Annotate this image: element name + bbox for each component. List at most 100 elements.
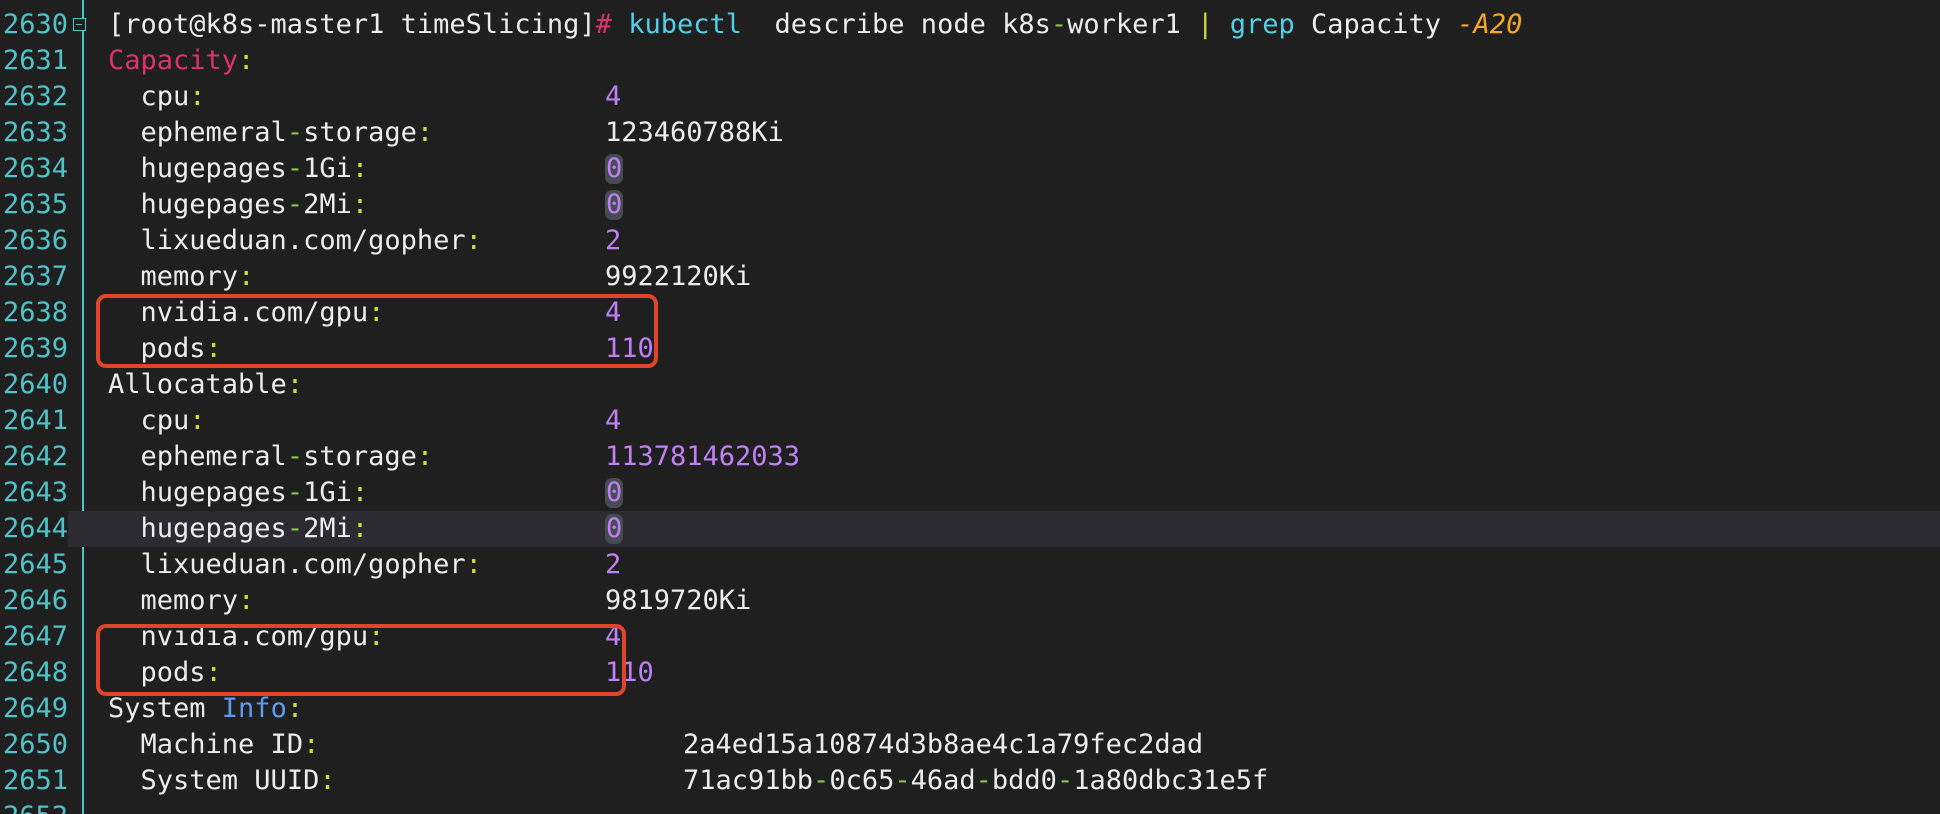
value-segment: 1a80dbc31e5f [1073, 765, 1269, 796]
value-text: 2 [605, 225, 622, 256]
key-colon: : [319, 765, 336, 796]
system-info-keyword: Info [221, 693, 287, 724]
value-text: 4 [605, 81, 622, 112]
prompt-hash: # [595, 9, 612, 40]
line-number: 2640 [2, 369, 68, 400]
key-part: hugepages [140, 513, 287, 544]
line-content: ephemeral-storage: 113781462033 [108, 439, 801, 475]
terminal-editor: 2630 [root@k8s-master1 timeSlicing]# kube… [0, 0, 1940, 814]
fold-collapse-icon [73, 18, 86, 31]
terminal-line: 2650 Machine ID: 2a4ed15a10874d3b8ae4c1a7… [0, 727, 1940, 763]
key-colon: : [351, 153, 369, 184]
value: 4 [605, 403, 621, 439]
value: 9819720Ki [605, 583, 751, 619]
key-dash: - [286, 153, 304, 184]
key-colon: : [465, 549, 482, 580]
terminal-line: 2644 hugepages-2Mi: 0 [0, 511, 1940, 547]
value-segment: - [1056, 765, 1074, 796]
line-number: 2644 [0, 511, 68, 547]
key-part: 2Mi [303, 189, 352, 220]
key-part: hugepages [140, 153, 287, 184]
key-colon: : [238, 261, 255, 292]
key-colon: : [351, 477, 369, 508]
line-number: 2637 [2, 261, 68, 292]
value-segment: - [894, 765, 911, 796]
line-number: 2638 [2, 297, 68, 328]
key-colon: : [189, 81, 206, 112]
value-text: 0 [605, 153, 624, 184]
value: 2a4ed15a10874d3b8ae4c1a79fec2dad [683, 727, 1203, 763]
line-number: 2633 [2, 117, 68, 148]
value: 2 [605, 547, 621, 583]
key-part: System UUID [140, 765, 320, 796]
line-number: 2635 [2, 189, 68, 220]
grep-argument: Capacity [1294, 9, 1458, 40]
value-text: 9922120Ki [605, 261, 752, 292]
terminal-line: 2642 ephemeral-storage: 113781462033 [0, 439, 1940, 475]
line-number: 2649 [2, 693, 68, 724]
value-text: 123460788Ki [605, 117, 784, 148]
value: 0 [605, 187, 624, 223]
key-dash: - [286, 477, 304, 508]
key-dash: - [286, 117, 304, 148]
value-text: 113781462033 [605, 441, 801, 472]
terminal-line: 2635 hugepages-2Mi: 0 [0, 187, 1940, 223]
terminal-line: 2631 Capacity: [0, 43, 1940, 79]
value: 0 [605, 475, 624, 511]
terminal-line: 2630 [root@k8s-master1 timeSlicing]# kube… [0, 7, 1940, 43]
value-segment: 0c65 [829, 765, 895, 796]
prompt-user-host: [root@k8s-master1 timeSlicing] [108, 9, 596, 40]
header-colon: : [286, 369, 304, 400]
terminal-line: 2640 Allocatable: [0, 367, 1940, 403]
terminal-line: 2632 cpu: 4 [0, 79, 1940, 115]
value-segment: 71ac91bb [683, 765, 814, 796]
line-number: 2650 [2, 729, 68, 760]
highlight-box-capacity-gpu-pods [96, 294, 658, 368]
line-content: memory: 9922120Ki [108, 259, 752, 295]
terminal-line: 2645 lixueduan.com/gopher: 2 [0, 547, 1940, 583]
line-content: hugepages-1Gi: 0 [108, 475, 624, 511]
key-colon: : [303, 729, 320, 760]
line-content: Machine ID: 2a4ed15a10874d3b8ae4c1a79fec2… [108, 727, 1204, 763]
value-segment: - [975, 765, 992, 796]
line-content: Capacity: [108, 43, 254, 79]
command-args: worker1 [1067, 9, 1198, 40]
terminal-line: 2633 ephemeral-storage: 123460788Ki [0, 115, 1940, 151]
value-text: 9819720Ki [605, 585, 752, 616]
command-dash: - [1050, 9, 1068, 40]
line-number: 2652 [0, 799, 68, 814]
key-part: lixueduan.com/gopher [140, 549, 466, 580]
command-name: kubectl [628, 9, 742, 40]
line-content: [root@k8s-master1 timeSlicing]# kubectl … [108, 7, 1522, 43]
value-segment: bdd0 [991, 765, 1057, 796]
terminal-line: 2643 hugepages-1Gi: 0 [0, 475, 1940, 511]
key-part: memory [140, 585, 239, 616]
key-colon: : [351, 513, 369, 544]
value: 113781462033 [605, 439, 800, 475]
value-segment: 46ad [910, 765, 976, 796]
key-part: storage [303, 117, 417, 148]
value: 123460788Ki [605, 115, 784, 151]
terminal-line: 2636 lixueduan.com/gopher: 2 [0, 223, 1940, 259]
line-number: 2641 [2, 405, 68, 436]
value-segment: - [813, 765, 830, 796]
line-content: memory: 9819720Ki [108, 583, 752, 619]
value: 0 [605, 511, 624, 547]
value-text: 4 [605, 405, 622, 436]
highlight-box-allocatable-gpu-pods [96, 624, 626, 696]
key-part: lixueduan.com/gopher [140, 225, 466, 256]
key-part: 1Gi [303, 477, 352, 508]
grep-flag: -A20 [1457, 9, 1523, 40]
line-content: hugepages-1Gi: 0 [108, 151, 624, 187]
line-number: 2646 [2, 585, 68, 616]
key-colon: : [351, 189, 369, 220]
key-part: storage [303, 441, 417, 472]
line-number: 2651 [2, 765, 68, 796]
value: 0 [605, 151, 624, 187]
